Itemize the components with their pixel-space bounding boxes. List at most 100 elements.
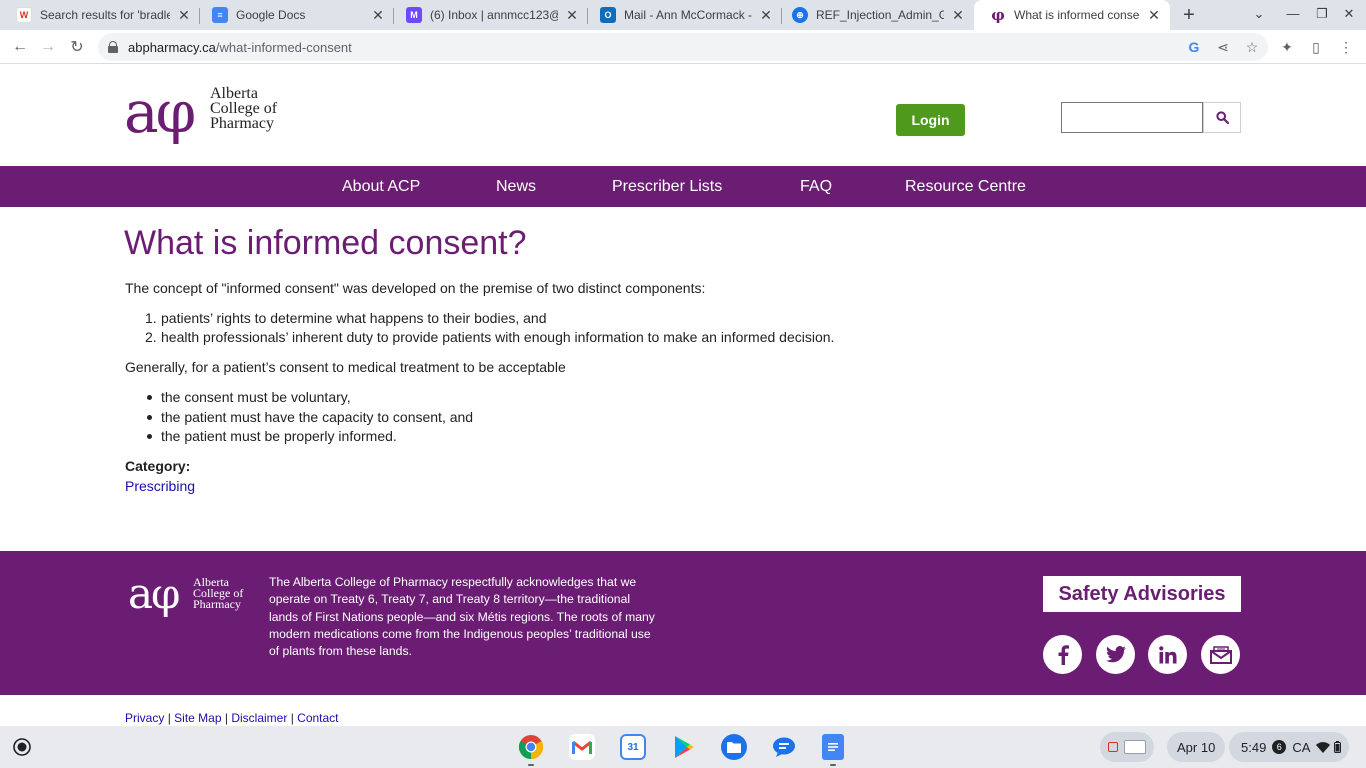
extensions-icon[interactable]: ✦ (1278, 38, 1296, 56)
footer-logo-mark: aφ (128, 569, 180, 618)
footer-logo-text: Alberta College of Pharmacy (193, 575, 244, 611)
os-shelf: 31 Apr 10 5:49 6 CA (0, 726, 1366, 768)
date-text: Apr 10 (1177, 739, 1216, 755)
reload-icon[interactable]: ↻ (66, 36, 88, 58)
acp-logo[interactable]: aφ Alberta College of Pharmacy (124, 82, 304, 156)
login-button[interactable]: Login (896, 104, 965, 136)
restore-icon[interactable]: ❐ (1313, 6, 1331, 22)
disclaimer-link[interactable]: Disclaimer (231, 711, 287, 725)
docs-icon[interactable] (822, 734, 844, 760)
category-label: Category: (125, 458, 191, 474)
close-icon[interactable]: ✕ (176, 7, 192, 23)
browser-tab[interactable]: W Search results for 'bradley' ✕ (0, 0, 200, 30)
browser-toolbar: ← → ↻ abpharmacy.ca/what-informed-consen… (0, 30, 1366, 64)
search-input[interactable] (1061, 102, 1203, 133)
bookmark-star-icon[interactable]: ☆ (1243, 38, 1261, 56)
bullet-icon (147, 395, 152, 400)
running-indicator (528, 764, 534, 766)
privacy-link[interactable]: Privacy (125, 711, 164, 725)
tab-title: REF_Injection_Admin_Gdlns (816, 8, 944, 22)
new-tab-button[interactable]: + (1178, 4, 1200, 26)
tray-holding-space[interactable] (1100, 732, 1154, 762)
system-tray[interactable]: 5:49 6 CA (1229, 732, 1350, 762)
linkedin-icon[interactable] (1148, 635, 1187, 674)
wifi-icon (1316, 741, 1331, 753)
time-text: 5:49 (1241, 739, 1267, 755)
clipboard-thumbnail-icon (1124, 740, 1146, 754)
google-lens-icon[interactable]: G (1185, 38, 1203, 56)
lock-icon (108, 41, 118, 53)
search-button[interactable] (1203, 102, 1241, 133)
nav-item-news[interactable]: News (496, 166, 536, 207)
battery-icon (1334, 741, 1342, 753)
globe-icon: ⊕ (792, 7, 808, 23)
bullet-icon (147, 415, 152, 420)
list-item: health professionals’ inherent duty to p… (161, 329, 835, 345)
ws-icon: W (16, 7, 32, 23)
acp-logo-text: Alberta College of Pharmacy (210, 85, 278, 132)
twitter-icon[interactable] (1096, 635, 1135, 674)
address-bar[interactable]: abpharmacy.ca/what-informed-consent (98, 33, 1268, 61)
list-item: the patient must be properly informed. (161, 428, 397, 444)
forward-icon[interactable]: → (37, 36, 59, 58)
acp-phi-icon: φ (991, 6, 1005, 24)
safety-advisories-button[interactable]: Safety Advisories (1043, 576, 1241, 612)
play-store-icon[interactable] (671, 734, 697, 760)
docs-icon: ≡ (212, 7, 228, 23)
launcher-icon[interactable] (10, 735, 34, 759)
intro-paragraph: The concept of "informed consent" was de… (125, 280, 706, 296)
nav-item-faq[interactable]: FAQ (800, 166, 832, 207)
files-icon[interactable] (721, 734, 747, 760)
tab-title: Search results for 'bradley' (40, 8, 170, 22)
close-icon[interactable]: ✕ (370, 7, 386, 23)
bullet-icon (147, 434, 152, 439)
browser-tab[interactable]: O Mail - Ann McCormack - Out ✕ (584, 0, 782, 30)
chrome-icon[interactable] (518, 734, 544, 760)
tab-title: Mail - Ann McCormack - Out (624, 8, 752, 22)
list-item: the patient must have the capacity to co… (161, 409, 474, 425)
page-title: What is informed consent? (124, 224, 527, 262)
chat-icon[interactable] (771, 734, 797, 760)
date-pill[interactable]: Apr 10 (1167, 732, 1226, 762)
browser-tab-strip: W Search results for 'bradley' ✕ ≡ Googl… (0, 0, 1366, 30)
list-item: the consent must be voluntary, (161, 389, 351, 405)
browser-tab-active[interactable]: φ What is informed consent? ✕ (974, 0, 1170, 30)
nav-item-prescriber-lists[interactable]: Prescriber Lists (612, 166, 722, 207)
close-icon[interactable]: ✕ (1146, 7, 1162, 23)
list-item: patients’ rights to determine what happe… (161, 310, 547, 326)
tab-title: What is informed consent? (1014, 8, 1140, 22)
menu-icon[interactable]: ⋮ (1337, 38, 1355, 56)
generally-paragraph: Generally, for a patient’s consent to me… (125, 359, 566, 375)
close-window-icon[interactable]: ✕ (1340, 6, 1358, 22)
browser-tab[interactable]: M (6) Inbox | annmcc123@pro ✕ (390, 0, 588, 30)
email-icon[interactable] (1201, 635, 1240, 674)
tab-title: (6) Inbox | annmcc123@pro (430, 8, 558, 22)
list-number: 1. (145, 310, 157, 326)
site-map-link[interactable]: Site Map (174, 711, 221, 725)
category-link-prescribing[interactable]: Prescribing (125, 478, 195, 494)
land-acknowledgement: The Alberta College of Pharmacy respectf… (269, 575, 655, 659)
tab-search-icon[interactable]: ⌄ (1250, 6, 1268, 22)
close-icon[interactable]: ✕ (950, 7, 966, 23)
footer-links: Privacy | Site Map | Disclaimer | Contac… (125, 711, 339, 725)
calendar-icon[interactable]: 31 (620, 734, 646, 760)
running-indicator (830, 764, 836, 766)
browser-tab[interactable]: ⊕ REF_Injection_Admin_Gdlns ✕ (776, 0, 974, 30)
minimize-icon[interactable]: — (1284, 6, 1302, 21)
browser-tab[interactable]: ≡ Google Docs ✕ (196, 0, 394, 30)
close-icon[interactable]: ✕ (564, 7, 580, 23)
share-icon[interactable]: ⋖ (1214, 38, 1232, 56)
gmail-icon[interactable] (569, 734, 595, 760)
outlook-icon: O (600, 7, 616, 23)
site-footer (0, 551, 1366, 695)
side-panel-icon[interactable]: ▯ (1307, 38, 1325, 56)
nav-item-about-acp[interactable]: About ACP (342, 166, 420, 207)
back-icon[interactable]: ← (9, 36, 31, 58)
locale-text: CA (1292, 739, 1311, 755)
acp-logo-mark: aφ (124, 78, 196, 146)
close-icon[interactable]: ✕ (758, 7, 774, 23)
nav-item-resource-centre[interactable]: Resource Centre (905, 166, 1026, 207)
url-domain: abpharmacy.ca (128, 39, 216, 55)
facebook-icon[interactable] (1043, 635, 1082, 674)
contact-link[interactable]: Contact (297, 711, 338, 725)
